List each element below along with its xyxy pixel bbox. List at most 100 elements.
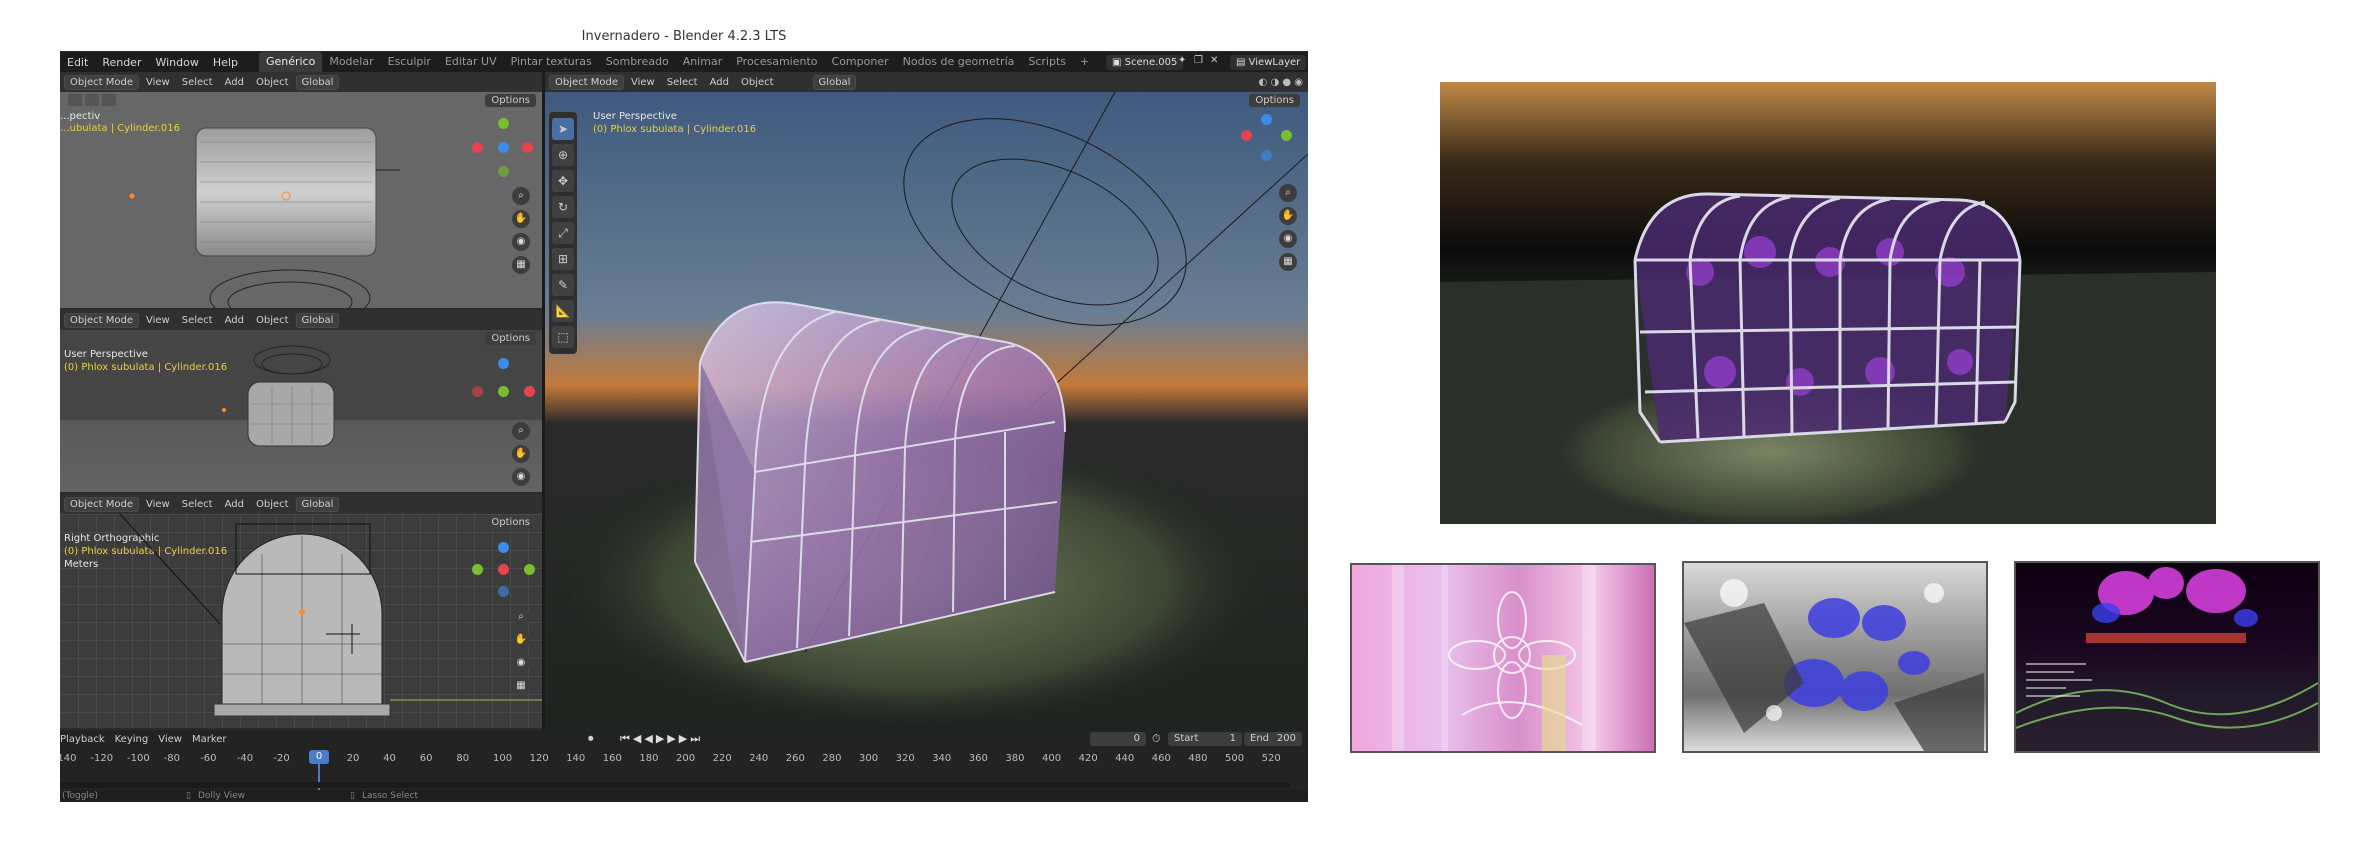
tab-nodos-geometria[interactable]: Nodos de geometría [896, 52, 1022, 72]
mode-dropdown[interactable]: Object Mode [64, 312, 139, 328]
orientation-dropdown[interactable]: Global [812, 74, 857, 90]
menu-add[interactable]: Add [220, 76, 249, 89]
menu-select[interactable]: Select [662, 76, 703, 89]
menu-add[interactable]: Add [705, 76, 734, 89]
pan-hand-icon[interactable]: ✋ [512, 631, 530, 649]
new-scene-icon[interactable]: ❐ [1194, 55, 1203, 66]
gizmo-neg-y-icon[interactable] [472, 564, 483, 575]
menu-object[interactable]: Object [736, 76, 779, 89]
menu-select[interactable]: Select [177, 314, 218, 327]
mouse-icon: ▯ [350, 791, 355, 801]
menu-select[interactable]: Select [177, 76, 218, 89]
pan-hand-icon[interactable]: ✋ [512, 210, 530, 228]
window-title: Invernadero - Blender 4.2.3 LTS [60, 30, 1308, 51]
viewport-main[interactable]: Options User Perspective (0) Phlox subul… [545, 92, 1308, 730]
pan-hand-icon[interactable]: ✋ [512, 445, 530, 463]
menu-object[interactable]: Object [251, 498, 294, 511]
gizmo-neg-z-icon[interactable] [498, 586, 509, 597]
menu-view[interactable]: View [141, 76, 175, 89]
pan-hand-icon[interactable]: ✋ [1279, 207, 1297, 225]
gizmo-x-icon[interactable] [498, 564, 509, 575]
timeline-scrollbar[interactable] [60, 782, 1290, 788]
grid-icon[interactable]: ▦ [512, 677, 530, 695]
shading-icons[interactable]: ◐ ◑ ● ◉ [1254, 76, 1308, 89]
frame-ruler[interactable]: -140 -120 -100 -80 -60 -40 -20 20 40 60 80 100 120 14… [60, 730, 1308, 790]
zoom-icon[interactable]: ⌕ [512, 608, 530, 626]
frame-tick-label: 100 [493, 753, 513, 764]
menu-view[interactable]: View [141, 498, 175, 511]
gizmo-neg-y-icon[interactable] [498, 166, 509, 177]
gizmo-z-icon[interactable] [498, 142, 509, 153]
thumbnail-pink-flower[interactable] [1350, 563, 1656, 753]
tab-pintar-texturas[interactable]: Pintar texturas [504, 52, 599, 72]
scene-selector[interactable]: ▣ Scene.005 [1106, 55, 1184, 70]
frame-tick-label: 180 [639, 753, 659, 764]
frame-tick-label: 420 [1078, 753, 1098, 764]
menu-object[interactable]: Object [251, 314, 294, 327]
mode-dropdown[interactable]: Object Mode [64, 496, 139, 512]
gizmo-y-icon[interactable] [524, 564, 535, 575]
gizmo-z-icon[interactable] [498, 542, 509, 553]
perspective-toggle-icon[interactable]: ▦ [1279, 253, 1297, 271]
viewport-mid-left[interactable]: Options User Perspective (0) Phlox subul… [60, 330, 542, 492]
zoom-icon[interactable]: ⌕ [512, 422, 530, 440]
menu-view[interactable]: View [626, 76, 660, 89]
view-layer-selector[interactable]: ▤ ViewLayer [1230, 55, 1307, 70]
tab-modelar[interactable]: Modelar [322, 52, 380, 72]
playhead[interactable]: 0 [309, 750, 329, 764]
orientation-dropdown[interactable]: Global [295, 496, 340, 512]
menu-help[interactable]: Help [206, 56, 245, 69]
viewport-top-left[interactable]: Options ...pectiv ...ubulata | Cylinder.… [60, 92, 542, 308]
gizmo-y-icon[interactable] [498, 118, 509, 129]
menu-add[interactable]: Add [220, 314, 249, 327]
tab-componer[interactable]: Componer [825, 52, 896, 72]
gizmo-x-icon[interactable] [1241, 130, 1252, 141]
mode-dropdown[interactable]: Object Mode [64, 74, 139, 90]
zoom-icon[interactable]: ⌕ [1279, 184, 1297, 202]
thumbnail-neon-flower[interactable] [2014, 561, 2320, 753]
frame-tick-label: -100 [127, 753, 150, 764]
gizmo-z-icon[interactable] [1261, 114, 1272, 125]
orientation-dropdown[interactable]: Global [295, 312, 340, 328]
frame-tick-label: -140 [60, 753, 77, 764]
menu-edit[interactable]: Edit [60, 56, 95, 69]
camera-icon[interactable]: ◉ [512, 654, 530, 672]
delete-scene-icon[interactable]: ✕ [1210, 55, 1218, 66]
tab-animar[interactable]: Animar [676, 52, 730, 72]
camera-icon[interactable]: ◉ [1279, 230, 1297, 248]
tab-esculpir[interactable]: Esculpir [381, 52, 438, 72]
camera-icon[interactable]: ◉ [512, 233, 530, 251]
menu-object[interactable]: Object [251, 76, 294, 89]
pin-icon[interactable]: ✦ [1178, 55, 1186, 66]
zoom-icon[interactable]: ⌕ [512, 187, 530, 205]
blender-window: Invernadero - Blender 4.2.3 LTS Edit Ren… [60, 30, 1308, 802]
add-workspace-button[interactable]: + [1073, 52, 1096, 72]
camera-icon[interactable]: ◉ [512, 468, 530, 486]
orientation-dropdown[interactable]: Global [295, 74, 340, 90]
grid-icon[interactable]: ▦ [512, 256, 530, 274]
tab-procesamiento[interactable]: Procesamiento [729, 52, 824, 72]
mode-dropdown[interactable]: Object Mode [549, 74, 624, 90]
gizmo-y-icon[interactable] [1281, 130, 1292, 141]
viewport-header-main: Object Mode View Select Add Object Globa… [545, 72, 1308, 92]
menu-render[interactable]: Render [95, 56, 148, 69]
tab-generico[interactable]: Genérico [258, 52, 323, 72]
gizmo-neg-x-icon[interactable] [472, 386, 483, 397]
gizmo-neg-x-icon[interactable] [472, 142, 483, 153]
gizmo-z-icon[interactable] [498, 358, 509, 369]
tab-sombreado[interactable]: Sombreado [599, 52, 676, 72]
gizmo-x-icon[interactable] [522, 142, 533, 153]
gizmo-neg-z-icon[interactable] [1261, 150, 1272, 161]
viewport-bottom-left[interactable]: Options Right Orthographic (0) Phlox sub… [60, 514, 542, 728]
menu-add[interactable]: Add [220, 498, 249, 511]
gizmo-x-icon[interactable] [524, 386, 535, 397]
gizmo-y-icon[interactable] [498, 386, 509, 397]
tab-scripts[interactable]: Scripts [1021, 52, 1073, 72]
menu-view[interactable]: View [141, 314, 175, 327]
render-preview-image [1440, 82, 2216, 524]
thumbnail-blue-flower[interactable] [1682, 561, 1988, 753]
menu-select[interactable]: Select [177, 498, 218, 511]
frame-tick-label: 200 [676, 753, 696, 764]
menu-window[interactable]: Window [148, 56, 205, 69]
tab-editar-uv[interactable]: Editar UV [438, 52, 504, 72]
